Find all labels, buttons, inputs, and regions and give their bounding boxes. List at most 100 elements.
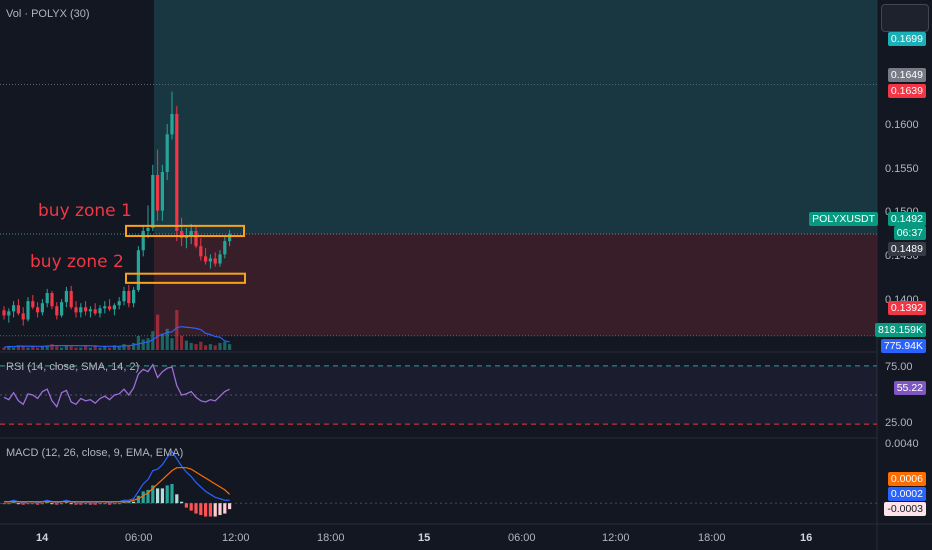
volume-bar [88, 347, 92, 350]
candle-body [108, 306, 112, 310]
macd-legend: MACD (12, 26, close, 9, EMA, EMA) [6, 447, 184, 459]
candle-body [84, 307, 88, 312]
candle-body [165, 134, 169, 172]
volume-bar [199, 341, 203, 350]
volume-bar [117, 346, 121, 350]
macd-histogram-bar [165, 485, 169, 504]
macd-histogram-bar [98, 503, 102, 505]
time-tick: 06:00 [508, 532, 536, 544]
symbol-tag: POLYXUSDT [809, 212, 878, 226]
time-tick: 12:00 [222, 532, 250, 544]
volume-bar [194, 344, 198, 350]
macd-histogram-bar [40, 503, 44, 505]
volume-ma-tag: 775.94K [880, 339, 926, 353]
time-tick: 14 [36, 532, 49, 544]
candle-body [141, 230, 145, 251]
rsi-tick: 25.00 [885, 417, 913, 429]
candle-body [79, 307, 83, 313]
macd-histogram-bar [180, 501, 184, 504]
volume-bar [141, 339, 145, 350]
volume-bar [175, 310, 179, 350]
volume-bar [36, 347, 40, 350]
candle-body [213, 258, 217, 264]
macd-histogram-bar [156, 488, 160, 504]
macd-histogram-bar [204, 503, 208, 517]
volume-bar [12, 347, 16, 350]
histogram-value-tag: -0.0003 [884, 502, 926, 516]
volume-bar [156, 314, 160, 350]
macd-histogram-bar [103, 503, 107, 505]
candle-body [199, 246, 203, 257]
candle-body [223, 241, 227, 255]
candle-body [55, 306, 59, 316]
time-tick: 12:00 [602, 532, 630, 544]
macd-histogram-bar [218, 503, 222, 516]
chart-settings-button[interactable] [881, 4, 929, 32]
candle-body [127, 290, 131, 304]
macd-histogram-bar [228, 503, 232, 510]
time-tick: 18:00 [698, 532, 726, 544]
macd-histogram-bar [132, 501, 136, 504]
candle-body [132, 289, 136, 304]
candle-body [21, 313, 25, 320]
macd-histogram-bar [16, 503, 20, 505]
candle-body [98, 308, 102, 314]
candle-body [170, 113, 174, 135]
volume-bar [213, 345, 217, 350]
candle-body [36, 307, 40, 313]
candle-body [2, 310, 6, 316]
macd-histogram-bar [175, 494, 179, 504]
buy-zone-2-label: buy zone 2 [30, 252, 124, 272]
candle-body [117, 301, 121, 306]
macd-histogram-bar [194, 503, 198, 514]
rsi-tick: 75.00 [885, 361, 913, 373]
volume-bar [55, 346, 59, 350]
trading-chart[interactable] [0, 0, 932, 550]
candle-body [50, 293, 54, 307]
volume-bar [74, 347, 78, 350]
candle-body [112, 305, 116, 310]
candle-body [204, 256, 208, 262]
candle-body [93, 309, 97, 314]
price-tick: 0.1600 [885, 119, 919, 131]
macd-histogram-bar [208, 503, 212, 517]
prev-price-tag: 0.1489 [887, 242, 926, 256]
candle-body [208, 258, 212, 262]
high-price-tag: 0.1649 [887, 68, 926, 82]
volume-bar [2, 347, 6, 350]
macd-histogram-bar [26, 503, 30, 505]
macd-histogram-bar [112, 503, 116, 505]
time-tick: 18:00 [317, 532, 345, 544]
macd-histogram-bar [189, 503, 193, 511]
volume-bar [31, 346, 35, 350]
volume-bar [60, 347, 64, 350]
candle-body [146, 227, 150, 231]
candle-body [160, 171, 164, 211]
macd-histogram-bar [69, 503, 73, 505]
rsi-legend: RSI (14, close, SMA, 14, 2) [6, 361, 140, 373]
macd-tick: 0.0040 [885, 438, 919, 450]
high-red-price-tag: 0.1639 [887, 84, 926, 98]
profit-zone [154, 0, 877, 235]
time-tick: 16 [800, 532, 813, 544]
macd-histogram-bar [170, 483, 174, 504]
rsi-value-tag: 55.22 [893, 381, 926, 395]
macd-histogram-bar [160, 488, 164, 504]
countdown-tag: 06:37 [893, 226, 926, 240]
candle-body [64, 290, 68, 303]
macd-line [4, 450, 230, 504]
candle-body [88, 309, 92, 312]
volume-bar [69, 346, 73, 350]
volume-bar [21, 346, 25, 350]
macd-histogram-bar [223, 503, 227, 514]
volume-bar [26, 347, 30, 350]
volume-bar [93, 346, 97, 350]
volume-bar [79, 347, 83, 350]
candle-body [218, 254, 222, 264]
candle-body [103, 306, 107, 309]
volume-bar [170, 338, 174, 350]
volume-bar [122, 344, 126, 350]
candle-body [151, 175, 155, 228]
candle-body [74, 307, 78, 313]
loss-zone [154, 234, 877, 336]
